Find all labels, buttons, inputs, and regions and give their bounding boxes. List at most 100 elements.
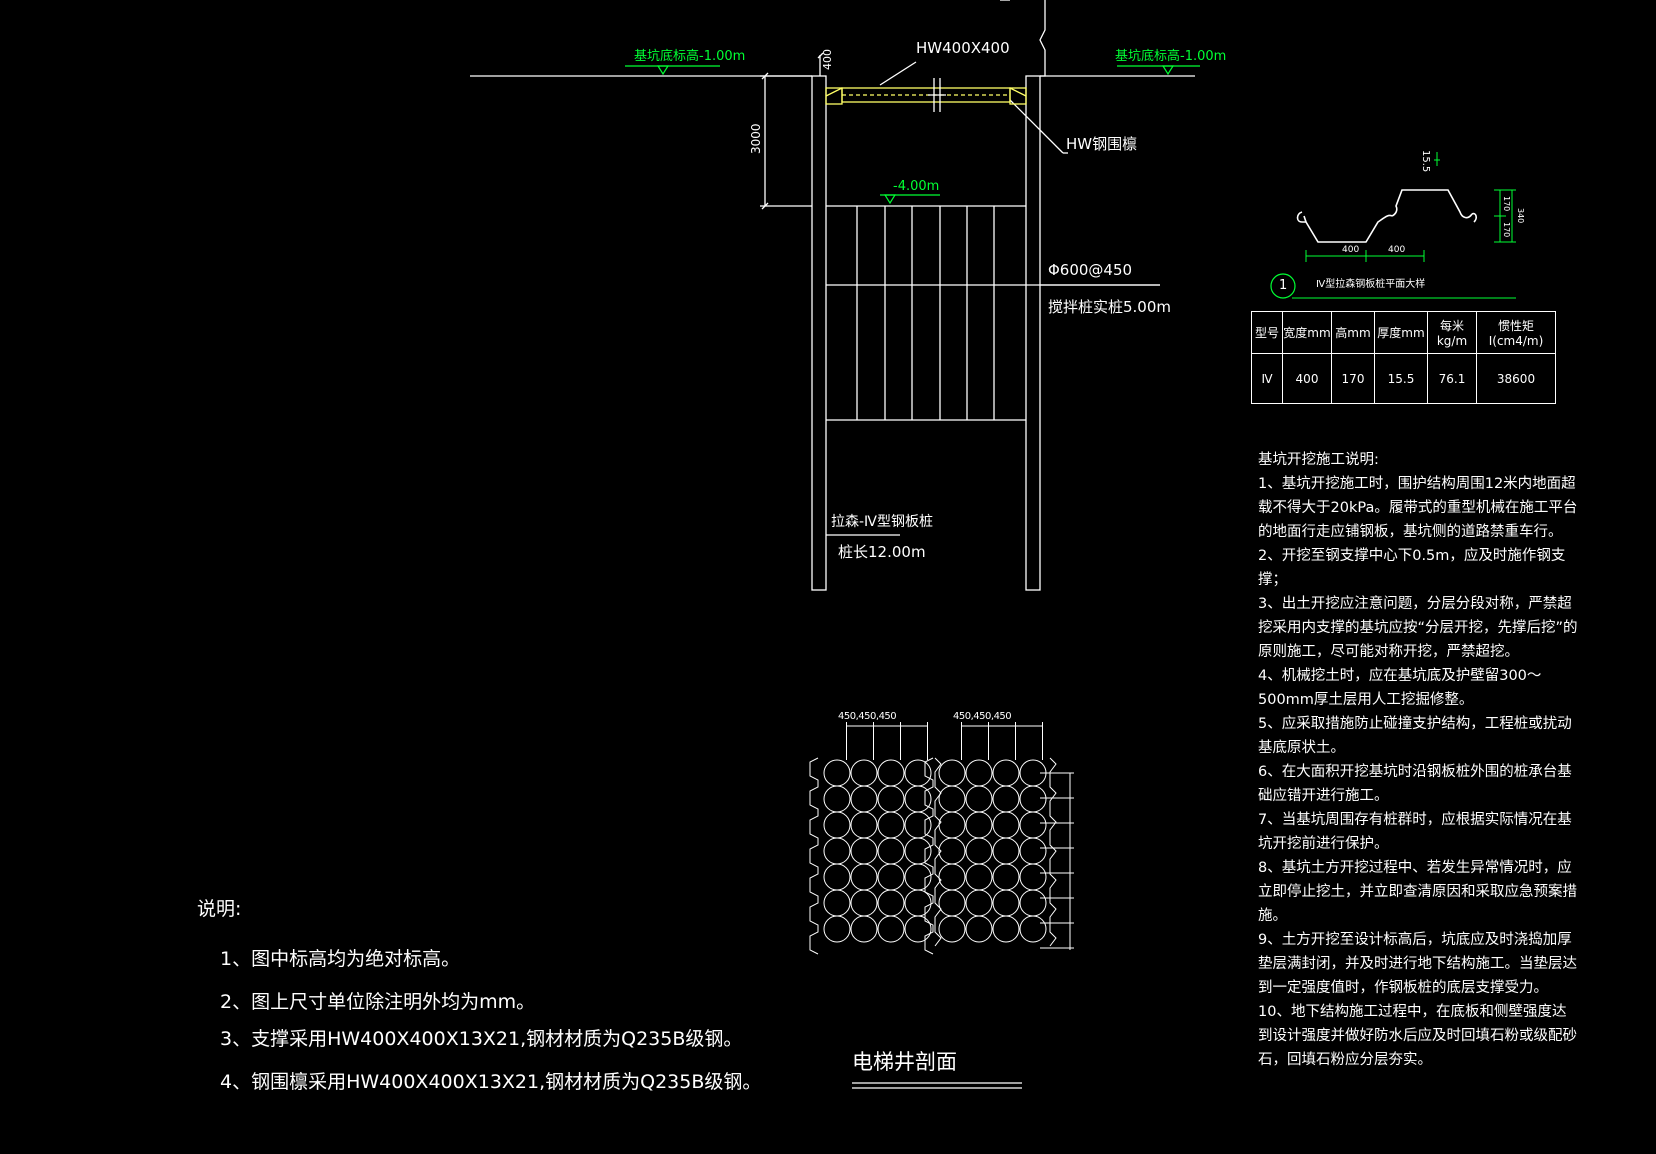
pile-circle	[938, 785, 966, 813]
profile-dim-total: 340	[1516, 208, 1525, 224]
construction-note-item: 10、地下结构施工过程中，在底板和侧壁强度达到设计强度并做好防水后应及时回填石粉…	[1258, 1004, 1577, 1068]
hw-strut	[825, 87, 1027, 105]
pile-circle	[823, 811, 851, 839]
table-cell: Ⅳ	[1251, 353, 1283, 404]
pile-circle	[904, 759, 932, 787]
pile-plan-left	[809, 722, 942, 955]
construction-notes: 基坑开挖施工说明: 1、基坑开挖施工时，围护结构周围12米内地面超载不得大于20…	[1258, 448, 1578, 1072]
pile-circle	[992, 915, 1020, 943]
dim-excavation-depth: 3000	[749, 123, 763, 154]
pile-circle	[965, 759, 993, 787]
profile-dim-left: 400	[1342, 245, 1360, 255]
elevation-marker-right-icon	[1161, 65, 1175, 76]
pile-circle	[904, 811, 932, 839]
pile-circle	[823, 863, 851, 891]
table-header: 每米kg/m	[1427, 311, 1477, 354]
sheet-pile-type: 拉森-Ⅳ型钢板桩	[831, 514, 933, 530]
table-header: 型号	[1251, 311, 1283, 354]
pile-circle	[1019, 837, 1047, 865]
detail-callout-number: 1	[1279, 278, 1288, 293]
pile-spacing-right: 450,450,450	[953, 711, 1012, 722]
table-cell: 170	[1331, 353, 1375, 404]
pile-circle	[965, 785, 993, 813]
strut-label: HW400X400	[916, 39, 1010, 57]
pile-circle	[992, 863, 1020, 891]
pile-circle	[877, 915, 905, 943]
strut-splice	[928, 78, 946, 112]
table-cell: 15.5	[1374, 353, 1428, 404]
pile-circle	[938, 889, 966, 917]
pile-circle	[850, 863, 878, 891]
pile-circle	[992, 889, 1020, 917]
profile-dim-h1: 170	[1502, 196, 1511, 212]
leader-top	[1039, 0, 1046, 77]
elevation-label-left: 基坑底标高-1.00m	[634, 49, 746, 64]
construction-note-item: 4、机械挖土时，应在基坑底及护壁留300～500mm厚土层用人工挖掘修整。	[1258, 668, 1542, 708]
pile-circle	[850, 759, 878, 787]
pile-circle	[938, 759, 966, 787]
general-note-item: 3、支撑采用HW400X400X13X21,钢材材质为Q235B级钢。	[220, 1028, 743, 1050]
elevation-marker-left-icon	[656, 65, 670, 76]
table-row: Ⅳ 400 170 15.5 76.1 38600	[1251, 353, 1556, 404]
table-header: 惯性矩I(cm4/m)	[1476, 311, 1556, 354]
table-cell: 400	[1282, 353, 1332, 404]
elevation-marker-bottom-icon	[883, 194, 897, 205]
profile-dim-top: 15.5	[1420, 150, 1431, 173]
cad-drawing-canvas: 基坑底标高-1.00m 基坑底标高-1.00m -4.00m 400 3000 …	[0, 0, 1656, 1154]
sheet-pile-left	[811, 75, 827, 591]
profile-dim-right: 400	[1388, 245, 1406, 255]
construction-note-item: 9、土方开挖至设计标高后，坑底应及时浇捣加厚垫层满封闭，并及时进行地下结构施工。…	[1258, 932, 1577, 996]
pile-circle	[965, 811, 993, 839]
construction-note-item: 5、应采取措施防止碰撞支护结构，工程桩或扰动基底原状土。	[1258, 716, 1572, 756]
pile-circle	[877, 837, 905, 865]
pile-circle	[877, 785, 905, 813]
pile-circle	[904, 889, 932, 917]
pile-circle	[1019, 915, 1047, 943]
pile-circle	[877, 889, 905, 917]
sheet-pile-property-table: 型号 宽度mm 高mm 厚度mm 每米kg/m 惯性矩I(cm4/m) Ⅳ 40…	[1251, 311, 1556, 404]
pile-circle	[965, 863, 993, 891]
construction-note-item: 3、出土开挖应注意问题，分层分段对称，严禁超挖采用内支撑的基坑应按“分层开挖，先…	[1258, 596, 1578, 660]
pile-circle	[938, 811, 966, 839]
general-notes-title: 说明:	[197, 898, 242, 920]
pile-circle	[823, 759, 851, 787]
pile-circle	[823, 837, 851, 865]
waling-label: HW钢围檩	[1066, 135, 1138, 153]
pile-circle	[938, 915, 966, 943]
pile-circle	[850, 915, 878, 943]
pile-circle	[823, 915, 851, 943]
pile-circle	[992, 785, 1020, 813]
pile-circle	[877, 811, 905, 839]
profile-dimensions	[1292, 152, 1516, 299]
pile-circle	[1019, 785, 1047, 813]
table-cell: 76.1	[1427, 353, 1477, 404]
construction-note-item: 1、基坑开挖施工时，围护结构周围12米内地面超载不得大于20kPa。履带式的重型…	[1258, 476, 1578, 540]
pile-circle	[938, 837, 966, 865]
pile-circle	[904, 837, 932, 865]
profile-dim-h2: 170	[1502, 222, 1511, 238]
pile-circle	[823, 889, 851, 917]
section-title: 电梯井剖面	[852, 1050, 957, 1074]
pile-circle	[992, 811, 1020, 839]
table-header: 宽度mm	[1282, 311, 1332, 354]
detail-callout-title: Ⅳ型拉森钢板桩平面大样	[1316, 279, 1426, 290]
pile-circle	[965, 837, 993, 865]
pile-circle	[965, 889, 993, 917]
mixing-pile-spec: Φ600@450	[1048, 261, 1133, 279]
elevation-label-bottom: -4.00m	[893, 179, 940, 194]
pile-circle	[904, 915, 932, 943]
pile-circle	[992, 759, 1020, 787]
pile-plan-right	[924, 722, 1074, 955]
pile-circle	[850, 811, 878, 839]
table-cell: 38600	[1476, 353, 1556, 404]
sheet-pile-profile	[1296, 189, 1477, 243]
pile-circle	[850, 785, 878, 813]
construction-note-item: 2、开挖至钢支撑中心下0.5m，应及时施作钢支撑；	[1258, 548, 1566, 588]
pile-circle	[823, 785, 851, 813]
pile-circle	[850, 837, 878, 865]
pile-circle	[938, 863, 966, 891]
sheet-pile-right	[1025, 75, 1041, 591]
pile-spacing-left: 450,450,450	[838, 711, 897, 722]
general-note-item: 2、图上尺寸单位除注明外均为mm。	[220, 991, 536, 1013]
table-header: 高mm	[1331, 311, 1375, 354]
